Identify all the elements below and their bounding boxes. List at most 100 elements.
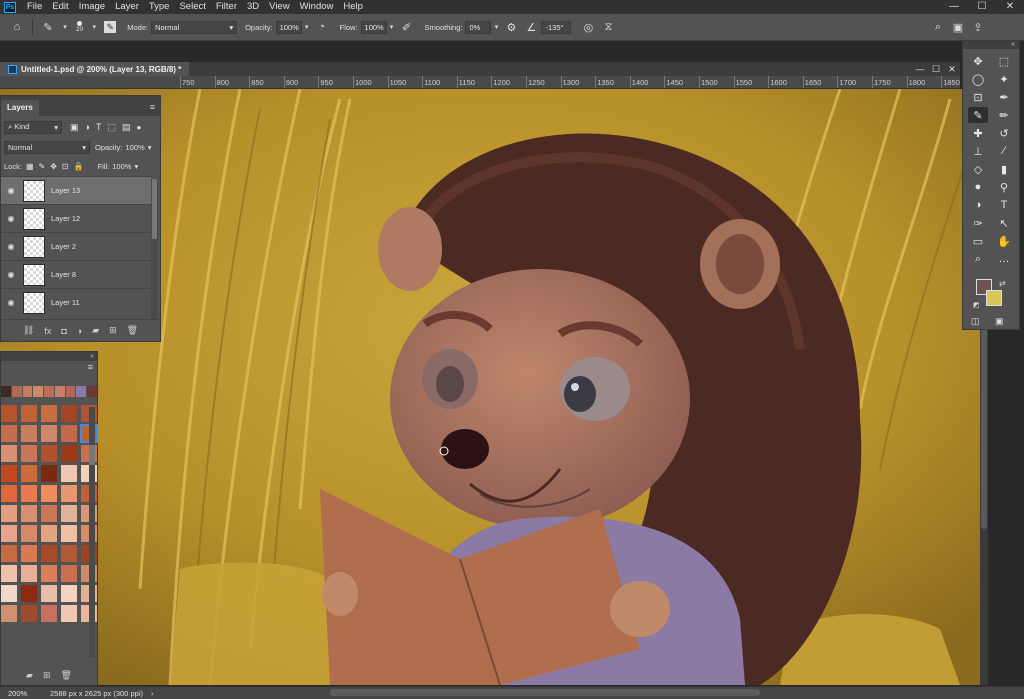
filter-shape-icon[interactable]: ⬚ xyxy=(107,122,116,133)
filter-toggle-icon[interactable]: ● xyxy=(136,123,141,132)
blend-mode-select[interactable]: Normal ▾ xyxy=(4,141,90,154)
color-swatch[interactable] xyxy=(61,545,77,562)
color-swatch[interactable] xyxy=(1,425,17,442)
share-icon[interactable]: ⇪ xyxy=(968,21,988,34)
new-group-icon[interactable]: ▰ xyxy=(26,670,33,681)
magic-wand-tool-icon[interactable]: ✦ xyxy=(994,71,1014,87)
mode-select[interactable]: Normal ▾ xyxy=(151,20,238,34)
layer-row[interactable]: ◉ Layer 8 xyxy=(1,260,151,288)
zoom-level[interactable]: 200% xyxy=(0,689,40,698)
recent-swatch[interactable] xyxy=(76,386,87,397)
color-swatch[interactable] xyxy=(61,505,77,522)
layers-tab[interactable]: Layers xyxy=(1,100,39,116)
menu-window[interactable]: Window xyxy=(295,0,339,14)
color-swatch[interactable] xyxy=(41,585,57,602)
smoothing-input[interactable]: 0% xyxy=(465,20,492,34)
visibility-eye-icon[interactable]: ◉ xyxy=(1,214,21,223)
gear-icon[interactable]: ⚙ xyxy=(504,20,518,34)
flow-input[interactable]: 100% xyxy=(360,20,387,34)
color-swatch[interactable] xyxy=(1,445,17,462)
color-swatch[interactable] xyxy=(61,465,77,482)
chevron-down-icon[interactable]: ▾ xyxy=(61,20,69,34)
recent-swatch[interactable] xyxy=(33,386,44,397)
color-swatch[interactable] xyxy=(61,405,77,422)
color-swatch[interactable] xyxy=(41,465,57,482)
eyedropper-tool-icon[interactable]: ✒ xyxy=(994,89,1014,105)
lock-image-icon[interactable]: ✎ xyxy=(39,162,46,171)
brush-panel-icon[interactable]: ✎ xyxy=(104,21,117,33)
background-color-swatch[interactable] xyxy=(986,290,1002,306)
workspace-icon[interactable]: ▣ xyxy=(948,21,968,34)
color-swatch[interactable] xyxy=(61,445,77,462)
rectangle-tool-icon[interactable]: ▭ xyxy=(968,233,988,249)
color-swatch[interactable] xyxy=(21,445,37,462)
opacity-input[interactable]: 100% xyxy=(275,20,302,34)
chevron-down-icon[interactable]: ▾ xyxy=(388,20,396,34)
color-swatch[interactable] xyxy=(41,565,57,582)
chevron-down-icon[interactable]: ▾ xyxy=(134,162,138,171)
color-swatch[interactable] xyxy=(61,485,77,502)
layer-row[interactable]: ◉ Layer 2 xyxy=(1,232,151,260)
collapse-icon[interactable]: « xyxy=(1011,41,1015,48)
adjustment-layer-icon[interactable]: ◑ xyxy=(77,326,82,336)
doc-close-button[interactable]: ✕ xyxy=(944,62,960,76)
recent-swatch[interactable] xyxy=(1,386,11,397)
layers-scrollbar[interactable] xyxy=(151,179,158,319)
color-swatch[interactable] xyxy=(21,585,37,602)
recent-swatch[interactable] xyxy=(87,386,98,397)
brush-tool-icon[interactable]: ✎ xyxy=(968,107,988,123)
swatches-panel-header[interactable]: « xyxy=(1,352,97,361)
eraser-tool-icon[interactable]: ◇ xyxy=(968,161,988,177)
crop-tool-icon[interactable]: ⊡ xyxy=(968,89,988,105)
healing-brush-tool-icon[interactable]: ✚ xyxy=(968,125,988,141)
layer-opacity-value[interactable]: 100% xyxy=(126,143,145,152)
direct-selection-tool-icon[interactable]: ↖ xyxy=(994,215,1014,231)
color-swatch[interactable] xyxy=(21,565,37,582)
type-tool-icon[interactable]: T xyxy=(994,197,1014,213)
lasso-tool-icon[interactable]: ◯ xyxy=(968,71,988,87)
color-swatch[interactable] xyxy=(61,585,77,602)
doc-maximize-button[interactable]: ☐ xyxy=(928,62,944,76)
fx-icon[interactable]: fx xyxy=(44,326,51,336)
default-colors-icon[interactable]: ◩ xyxy=(973,301,980,309)
color-swatch[interactable] xyxy=(21,605,37,622)
color-swatch[interactable] xyxy=(1,585,17,602)
menu-edit[interactable]: Edit xyxy=(47,0,73,14)
layer-row[interactable]: ◉ Layer 12 xyxy=(1,204,151,232)
minimize-button[interactable]: — xyxy=(940,0,968,14)
trash-icon[interactable]: 🗑 xyxy=(127,325,138,336)
document-tab[interactable]: Untitled-1.psd @ 200% (Layer 13, RGB/8) … xyxy=(0,62,190,76)
visibility-eye-icon[interactable]: ◉ xyxy=(1,298,21,307)
menu-select[interactable]: Select xyxy=(174,0,210,14)
color-swatch[interactable] xyxy=(41,425,57,442)
pressure-size-icon[interactable]: ◎ xyxy=(581,20,595,34)
color-swatch[interactable] xyxy=(61,525,77,542)
color-swatch[interactable] xyxy=(1,605,17,622)
color-swatch[interactable] xyxy=(41,405,57,422)
recent-swatch[interactable] xyxy=(54,386,65,397)
color-swatch[interactable] xyxy=(1,525,17,542)
color-swatch[interactable] xyxy=(21,485,37,502)
document-info[interactable]: 2588 px x 2625 px (300 ppi) xyxy=(40,689,143,698)
color-swatch[interactable] xyxy=(61,425,77,442)
visibility-eye-icon[interactable]: ◉ xyxy=(1,242,21,251)
menu-3d[interactable]: 3D xyxy=(242,0,264,14)
recent-swatch[interactable] xyxy=(65,386,76,397)
chevron-down-icon[interactable]: ▾ xyxy=(90,20,98,34)
recent-swatch[interactable] xyxy=(44,386,54,397)
clone-stamp-tool-icon[interactable]: ⊥ xyxy=(968,143,988,159)
filter-adjustment-icon[interactable]: ◑ xyxy=(85,122,90,132)
color-swatch[interactable] xyxy=(21,525,37,542)
menu-file[interactable]: File xyxy=(22,0,47,14)
trash-icon[interactable]: 🗑 xyxy=(61,670,72,681)
color-swatch[interactable] xyxy=(41,545,57,562)
hand-tool-icon[interactable]: ✋ xyxy=(994,233,1014,249)
filter-kind-select[interactable]: ⌕ Kind ▾ xyxy=(4,120,62,134)
history-brush-tool-icon[interactable]: ↺ xyxy=(994,125,1014,141)
path-selection-tool-icon[interactable]: ✑ xyxy=(968,215,988,231)
color-swatch[interactable] xyxy=(1,465,17,482)
recent-swatch[interactable] xyxy=(11,386,22,397)
scroll-thumb[interactable] xyxy=(89,445,95,465)
swap-colors-icon[interactable]: ⇄ xyxy=(999,279,1006,288)
color-swatch[interactable] xyxy=(1,545,17,562)
